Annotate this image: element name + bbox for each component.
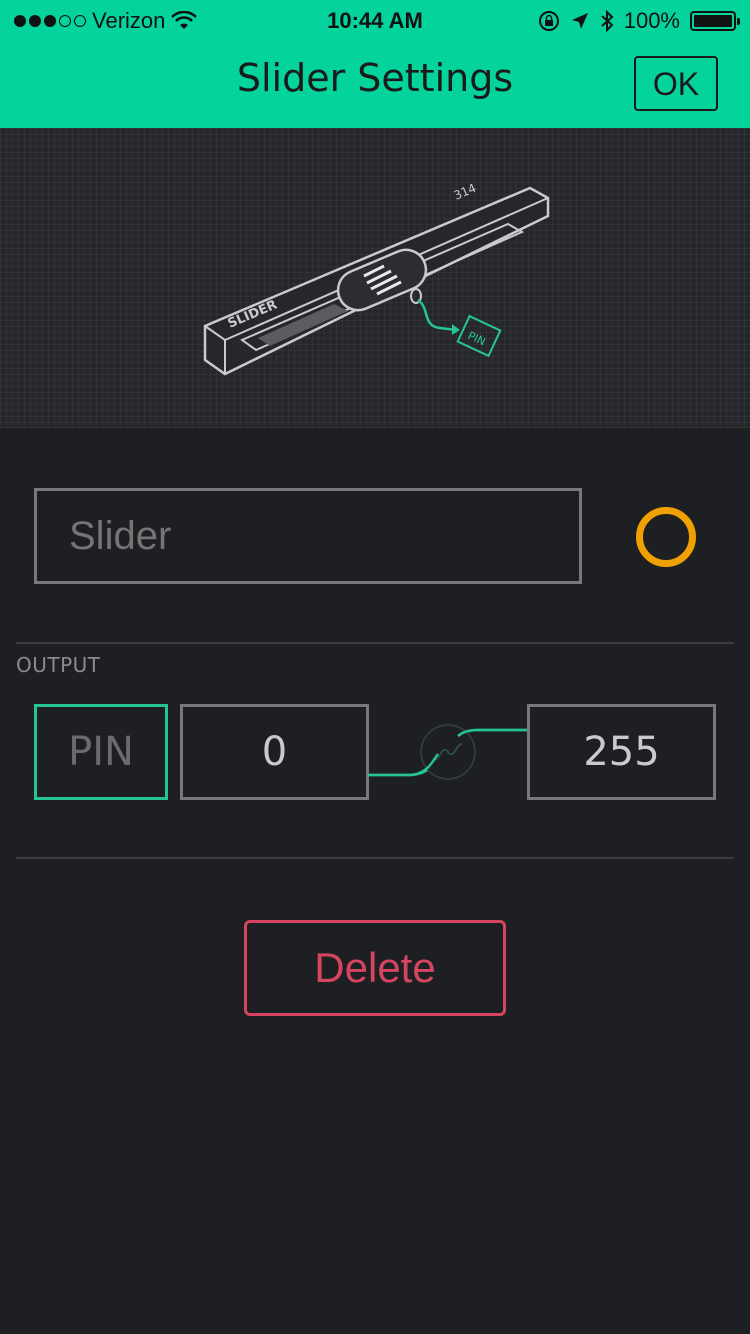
slider-device-icon: PIN SLIDER 314 xyxy=(203,181,550,376)
rotation-lock-icon xyxy=(538,11,559,31)
pin-label: PIN xyxy=(466,329,488,348)
min-value-input[interactable]: 0 xyxy=(180,704,369,800)
output-section-label: OUTPUT xyxy=(16,653,101,677)
max-value-input[interactable]: 255 xyxy=(527,704,716,800)
value-label: 314 xyxy=(452,181,479,203)
battery-percent: 100% xyxy=(623,8,680,33)
status-right: 100% xyxy=(538,8,740,34)
status-bar: Verizon 10:44 AM 100% xyxy=(0,0,750,40)
delete-button[interactable]: Delete xyxy=(244,920,506,1016)
widget-illustration: PIN SLIDER 314 xyxy=(0,128,750,428)
color-picker-button[interactable] xyxy=(636,507,696,567)
header-bar: Verizon 10:44 AM 100% Slider Settings OK xyxy=(0,0,750,128)
divider xyxy=(16,857,734,859)
range-mapping-icon xyxy=(368,724,528,780)
bluetooth-icon xyxy=(601,9,614,33)
divider xyxy=(16,642,734,644)
location-arrow-icon xyxy=(571,13,588,29)
ok-button[interactable]: OK xyxy=(634,56,718,111)
battery-icon xyxy=(690,11,740,31)
widget-name-input[interactable] xyxy=(34,488,582,584)
pin-select-button[interactable]: PIN xyxy=(34,704,168,800)
